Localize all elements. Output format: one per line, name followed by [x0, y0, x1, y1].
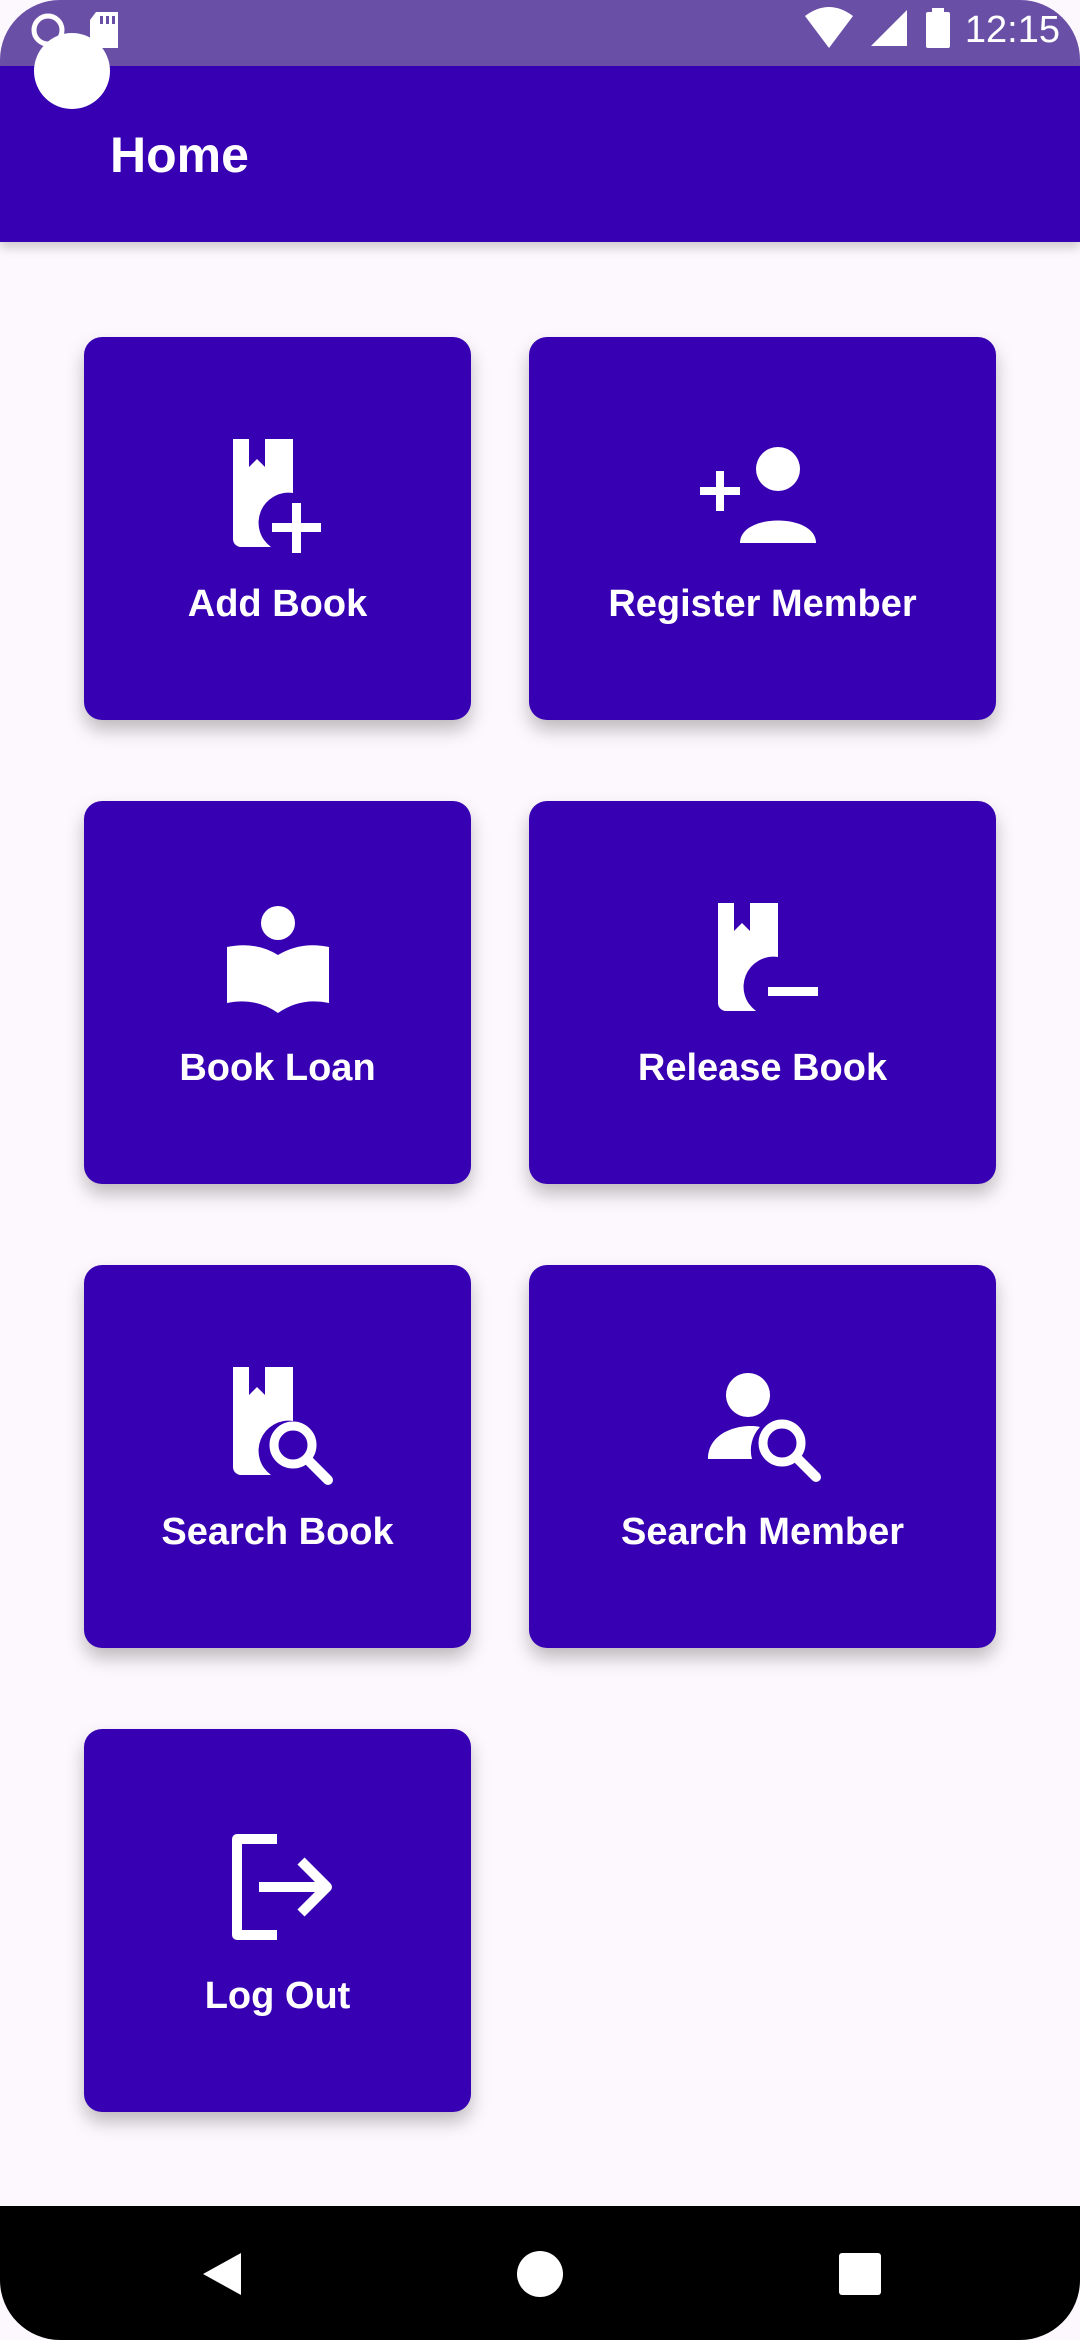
- release-book-label: Release Book: [637, 1047, 888, 1089]
- status-right: 12:15: [803, 6, 1060, 55]
- navigation-bar: [0, 2206, 1080, 2340]
- log-out-button[interactable]: Log Out: [84, 1729, 471, 2112]
- book-loan-icon: [213, 895, 343, 1025]
- remove-book-icon: [698, 895, 828, 1025]
- signal-icon: [867, 6, 911, 55]
- home-screen: 12:15 Home Add Book Register Member Book…: [0, 0, 1080, 2340]
- register-member-button[interactable]: Register Member: [529, 337, 996, 720]
- add-book-icon: [213, 431, 343, 561]
- add-book-label: Add Book: [187, 583, 368, 625]
- recents-icon[interactable]: [820, 2234, 900, 2314]
- register-member-label: Register Member: [608, 583, 917, 625]
- search-member-label: Search Member: [620, 1511, 904, 1553]
- book-loan-label: Book Loan: [179, 1047, 376, 1089]
- logout-icon: [213, 1823, 343, 1953]
- app-bar: Home: [0, 66, 1080, 242]
- page-title: Home: [110, 127, 249, 183]
- add-book-button[interactable]: Add Book: [84, 337, 471, 720]
- search-book-button[interactable]: Search Book: [84, 1265, 471, 1648]
- status-bar: 12:15: [0, 0, 1080, 66]
- search-book-icon: [213, 1359, 343, 1489]
- wifi-icon: [803, 6, 855, 55]
- log-out-label: Log Out: [204, 1975, 351, 2017]
- book-loan-button[interactable]: Book Loan: [84, 801, 471, 1184]
- back-icon[interactable]: [182, 2234, 262, 2314]
- status-time: 12:15: [964, 9, 1060, 51]
- release-book-button[interactable]: Release Book: [529, 801, 996, 1184]
- search-book-label: Search Book: [161, 1511, 394, 1553]
- battery-icon: [923, 6, 953, 55]
- floating-overlay-dot[interactable]: [34, 33, 110, 109]
- search-member-icon: [698, 1359, 828, 1489]
- home-icon[interactable]: [500, 2234, 580, 2314]
- search-member-button[interactable]: Search Member: [529, 1265, 996, 1648]
- add-person-icon: [698, 431, 828, 561]
